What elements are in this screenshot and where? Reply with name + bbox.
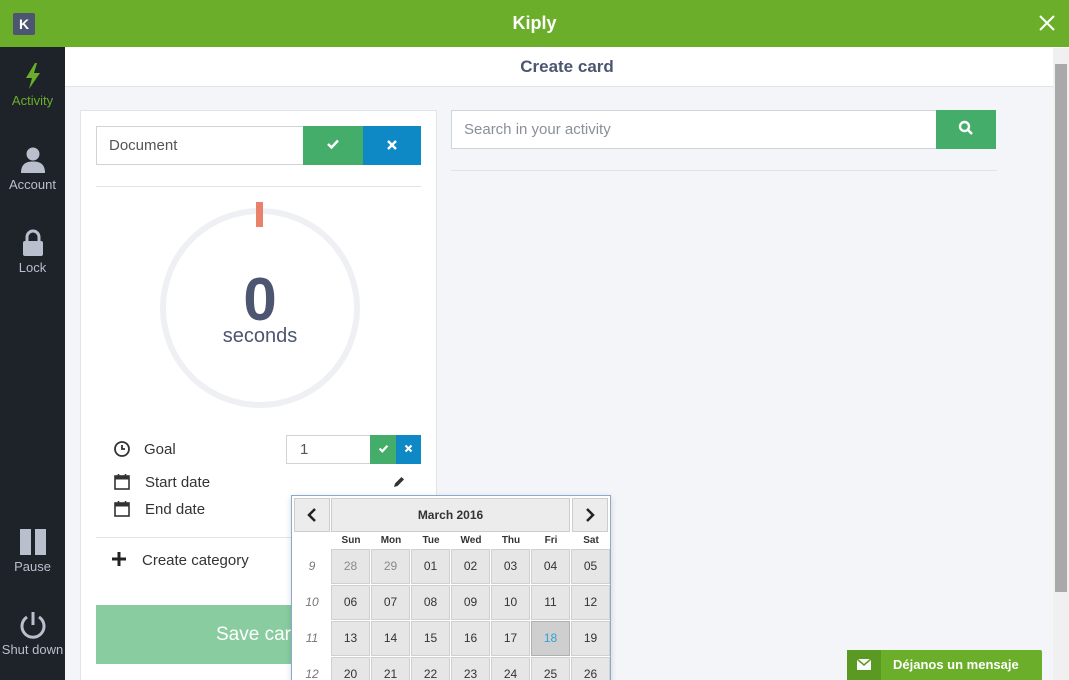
calendar-day[interactable]: 24 xyxy=(491,657,530,680)
timer-value: 0 xyxy=(243,266,277,333)
datepicker-month-title[interactable]: March 2016 xyxy=(331,498,570,532)
divider xyxy=(451,170,997,171)
clock-icon xyxy=(114,441,130,457)
calendar-day[interactable]: 02 xyxy=(451,549,490,584)
check-icon xyxy=(378,444,388,453)
calendar-icon xyxy=(114,474,130,490)
search-button[interactable] xyxy=(936,110,996,149)
calendar-day[interactable]: 03 xyxy=(491,549,530,584)
confirm-name-button[interactable] xyxy=(303,126,363,165)
confirm-goal-button[interactable] xyxy=(370,435,396,464)
pencil-icon[interactable] xyxy=(392,475,406,489)
calendar-day[interactable]: 01 xyxy=(411,549,450,584)
calendar-day[interactable]: 10 xyxy=(491,585,530,620)
week-number: 12 xyxy=(305,667,319,680)
calendar-day[interactable]: 05 xyxy=(571,549,610,584)
calendar-day[interactable]: 14 xyxy=(371,621,410,656)
scrollbar-thumb[interactable] xyxy=(1055,64,1067,592)
timer-progress-marker xyxy=(256,202,263,227)
sidebar-item-label: Shut down xyxy=(1,642,64,657)
weekday-header: Sat xyxy=(583,535,599,546)
x-icon xyxy=(387,139,397,150)
search-icon xyxy=(958,120,973,135)
datepicker-prev-button[interactable] xyxy=(294,498,330,532)
chat-message-button[interactable]: Déjanos un mensaje xyxy=(847,650,1042,680)
calendar-day[interactable]: 28 xyxy=(331,549,370,584)
title-bar: K Kiply xyxy=(0,0,1069,47)
app-title: Kiply xyxy=(512,13,557,33)
datepicker-popup: March 2016 Sun Mon Tue Wed Thu Fri Sat 9… xyxy=(291,495,611,680)
cancel-goal-button[interactable] xyxy=(396,435,421,464)
sidebar-item-label: Lock xyxy=(18,260,47,275)
bolt-icon xyxy=(25,63,40,89)
calendar-icon xyxy=(114,501,130,517)
weekday-header: Tue xyxy=(422,535,440,546)
calendar-day[interactable]: 26 xyxy=(571,657,610,680)
sidebar-item-activity[interactable]: Activity xyxy=(0,61,65,108)
calendar-day[interactable]: 15 xyxy=(411,621,450,656)
close-window-button[interactable] xyxy=(1035,11,1059,35)
create-category-link[interactable]: Create category xyxy=(142,552,249,569)
lock-icon xyxy=(22,229,43,256)
chat-label: Déjanos un mensaje xyxy=(893,657,1019,672)
weekday-header: Thu xyxy=(501,535,521,546)
calendar-day[interactable]: 17 xyxy=(491,621,530,656)
calendar-day[interactable]: 23 xyxy=(451,657,490,680)
x-icon xyxy=(404,444,413,453)
calendar-day[interactable]: 13 xyxy=(331,621,370,656)
weekday-header: Wed xyxy=(460,535,482,546)
page-title: Create card xyxy=(65,47,1069,87)
cancel-name-button[interactable] xyxy=(363,126,421,165)
weekday-header: Fri xyxy=(544,535,558,546)
sidebar-item-lock[interactable]: Lock xyxy=(0,228,65,275)
week-number: 11 xyxy=(305,631,319,645)
sidebar-item-label: Account xyxy=(9,177,56,192)
sidebar-item-label: Pause xyxy=(14,559,51,574)
end-date-label: End date xyxy=(145,501,206,518)
weekday-header: Sun xyxy=(341,535,361,546)
chat-icon-box xyxy=(847,650,881,680)
weekday-header: Mon xyxy=(380,535,402,546)
calendar-day[interactable]: 12 xyxy=(571,585,610,620)
calendar-day[interactable]: 08 xyxy=(411,585,450,620)
card-name-input[interactable] xyxy=(96,126,304,165)
close-icon xyxy=(1039,15,1055,31)
sidebar: Activity Account Lock Pause Shut down xyxy=(0,47,65,680)
calendar-day[interactable]: 19 xyxy=(571,621,610,656)
datepicker-next-button[interactable] xyxy=(572,498,608,532)
calendar-day[interactable]: 04 xyxy=(531,549,570,584)
calendar-day[interactable]: 21 xyxy=(371,657,410,680)
divider xyxy=(96,186,421,187)
user-icon xyxy=(20,147,45,173)
calendar-day[interactable]: 07 xyxy=(371,585,410,620)
week-number: 9 xyxy=(308,559,316,573)
chevron-left-icon xyxy=(307,508,316,522)
sidebar-item-shut-down[interactable]: Shut down xyxy=(0,610,65,657)
goal-input[interactable] xyxy=(286,435,371,464)
envelope-icon xyxy=(856,658,872,670)
calendar-day[interactable]: 06 xyxy=(331,585,370,620)
calendar-day[interactable]: 09 xyxy=(451,585,490,620)
pause-icon xyxy=(19,529,46,555)
sidebar-item-account[interactable]: Account xyxy=(0,145,65,192)
calendar-day[interactable]: 16 xyxy=(451,621,490,656)
search-input[interactable] xyxy=(451,110,937,149)
goal-label: Goal xyxy=(144,441,176,458)
week-number: 10 xyxy=(305,595,319,609)
power-icon xyxy=(20,612,45,639)
start-date-label: Start date xyxy=(145,474,211,491)
sidebar-item-label: Activity xyxy=(11,93,54,108)
chevron-right-icon xyxy=(586,508,595,522)
sidebar-item-pause[interactable]: Pause xyxy=(0,527,65,574)
calendar-day[interactable]: 29 xyxy=(371,549,410,584)
calendar-day[interactable]: 22 xyxy=(411,657,450,680)
check-icon xyxy=(327,139,339,149)
timer-unit: seconds xyxy=(222,325,298,347)
calendar-day[interactable]: 20 xyxy=(331,657,370,680)
calendar-day-today[interactable]: 18 xyxy=(531,621,570,656)
calendar-day[interactable]: 25 xyxy=(531,657,570,680)
calendar-day[interactable]: 11 xyxy=(531,585,570,620)
plus-icon[interactable] xyxy=(111,551,127,567)
